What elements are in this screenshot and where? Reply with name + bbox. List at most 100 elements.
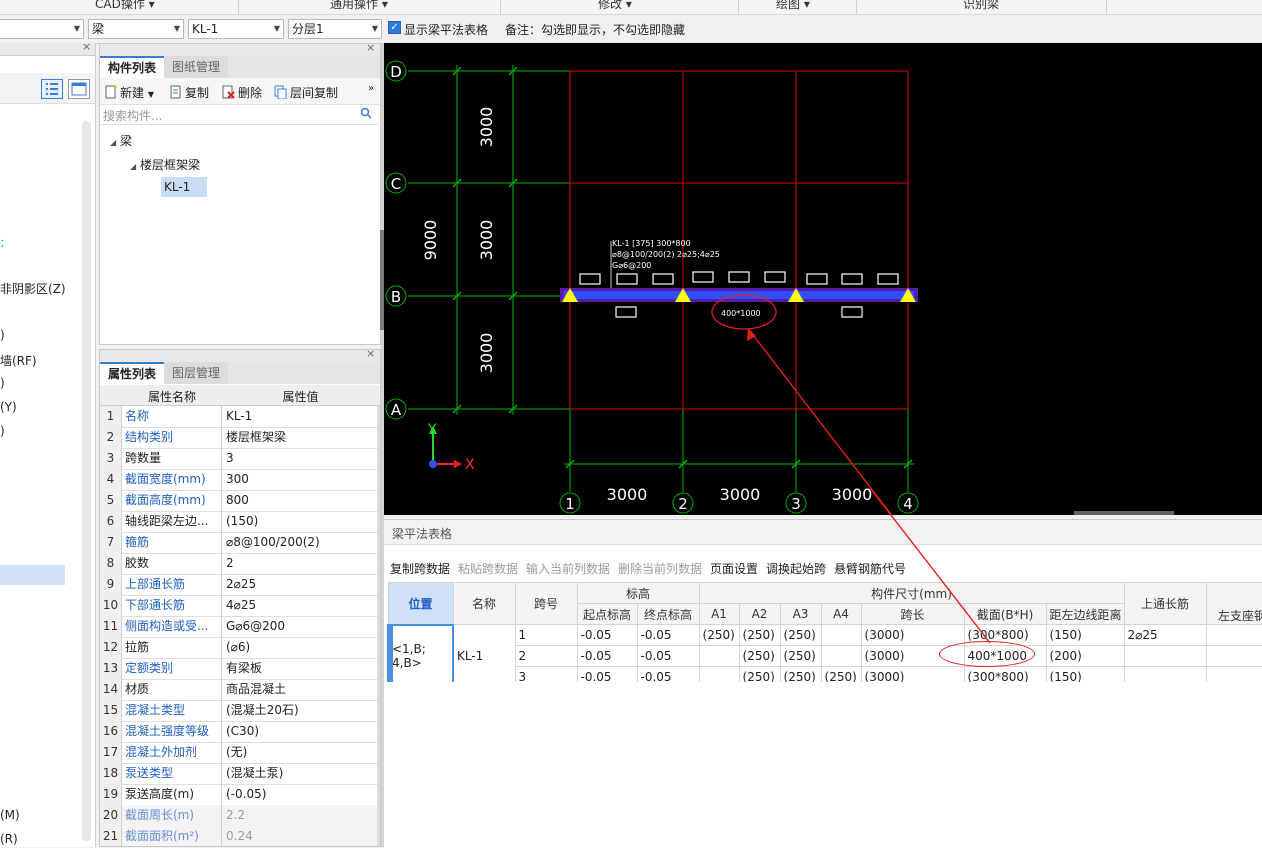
cell-edge-distance[interactable]: (200) xyxy=(1045,645,1125,667)
search-icon[interactable] xyxy=(360,107,372,122)
menu-modify[interactable]: 修改 ▾ xyxy=(598,0,632,12)
copy-button[interactable]: 复制 xyxy=(170,84,209,102)
property-row[interactable]: 7 箍筋 ⌀8@100/200(2) xyxy=(100,532,380,554)
property-value[interactable]: (无) xyxy=(223,742,376,763)
cell-end-elev[interactable]: -0.05 xyxy=(636,645,700,667)
property-value[interactable]: 4⌀25 xyxy=(223,595,376,616)
delete-button[interactable]: 删除 xyxy=(222,84,262,102)
property-row[interactable]: 17 混凝土外加剂 (无) xyxy=(100,742,380,764)
cell-top-bar[interactable]: 2⌀25 xyxy=(1123,624,1207,646)
cell-a1[interactable]: (250) xyxy=(698,624,740,646)
property-row[interactable]: 2 结构类别 楼层框架梁 xyxy=(100,427,380,449)
property-value[interactable]: G⌀6@200 xyxy=(223,616,376,637)
cell-end-elev[interactable]: -0.05 xyxy=(636,624,700,646)
cell-span[interactable]: 3 xyxy=(514,666,578,682)
property-row[interactable]: 18 泵送类型 (混凝土泵) xyxy=(100,763,380,785)
scrollbar[interactable] xyxy=(82,121,91,841)
property-value[interactable]: 有梁板 xyxy=(223,658,376,679)
property-row[interactable]: 8 胶数 2 xyxy=(100,553,380,575)
copy-span-data-button[interactable]: 复制跨数据 xyxy=(390,560,450,577)
property-row[interactable]: 14 材质 商品混凝土 xyxy=(100,679,380,701)
tab-property-list[interactable]: 属性列表 xyxy=(100,362,165,384)
cell-a1[interactable] xyxy=(698,666,740,682)
component-combo[interactable]: KL-1 ▼ xyxy=(188,19,284,39)
close-icon[interactable]: × xyxy=(366,41,375,54)
property-value[interactable]: 商品混凝土 xyxy=(223,679,376,700)
nav-item-selected[interactable] xyxy=(0,565,65,585)
cell-left-support-bar[interactable] xyxy=(1205,624,1262,646)
property-row[interactable]: 12 拉筋 (⌀6) xyxy=(100,637,380,659)
property-value[interactable]: (混凝土20石) xyxy=(223,700,376,721)
tab-drawing-management[interactable]: 图纸管理 xyxy=(164,56,229,78)
nav-item[interactable]: ) xyxy=(0,328,5,342)
property-row[interactable]: 5 截面高度(mm) 800 xyxy=(100,490,380,512)
property-row[interactable]: 20 截面周长(m) 2.2 xyxy=(100,805,380,827)
property-value[interactable]: 楼层框架梁 xyxy=(223,427,376,448)
more-icon[interactable]: » xyxy=(368,83,374,94)
menu-cad-ops[interactable]: CAD操作 ▾ xyxy=(95,0,155,12)
cell-a4[interactable]: (250) xyxy=(820,666,862,682)
property-row[interactable]: 15 混凝土类型 (混凝土20石) xyxy=(100,700,380,722)
swap-start-span-button[interactable]: 调换起始跨 xyxy=(766,560,826,577)
new-button[interactable]: 新建 ▼ xyxy=(105,84,154,102)
cell-position[interactable]: <1,B; 4,B> xyxy=(387,623,454,682)
show-table-checkbox[interactable]: ✓ xyxy=(388,21,401,34)
property-value[interactable]: 0.24 xyxy=(223,826,376,846)
property-value[interactable]: 2⌀25 xyxy=(223,574,376,595)
tree-root[interactable]: ◢ 梁 xyxy=(110,132,132,149)
cell-a3[interactable]: (250) xyxy=(779,645,822,667)
cell-top-bar[interactable] xyxy=(1123,666,1207,682)
tree-leaf-kl1[interactable]: KL-1 xyxy=(161,177,207,197)
list-view-icon[interactable] xyxy=(41,79,63,99)
cell-left-support-bar[interactable] xyxy=(1205,666,1262,682)
menu-general-ops[interactable]: 通用操作 ▾ xyxy=(330,0,388,12)
cell-a3[interactable]: (250) xyxy=(779,624,822,646)
nav-item[interactable]: ) xyxy=(0,424,5,438)
table-row[interactable]: <1,B; 4,B> KL-1 1 -0.05 -0.05 (250) (250… xyxy=(387,623,1262,682)
cell-a4[interactable] xyxy=(820,624,862,646)
search-input[interactable]: 搜索构件... xyxy=(103,107,162,124)
nav-item[interactable]: 墙(RF) xyxy=(0,352,37,369)
property-row[interactable]: 19 泵送高度(m) (-0.05) xyxy=(100,784,380,806)
property-value[interactable]: 3 xyxy=(223,448,376,469)
property-value[interactable]: KL-1 xyxy=(223,406,376,427)
property-row[interactable]: 4 截面宽度(mm) 300 xyxy=(100,469,380,491)
property-value[interactable]: 2 xyxy=(223,553,376,574)
property-value[interactable]: ⌀8@100/200(2) xyxy=(223,532,376,553)
property-row[interactable]: 13 定额类别 有梁板 xyxy=(100,658,380,680)
cell-a1[interactable] xyxy=(698,645,740,667)
tab-component-list[interactable]: 构件列表 xyxy=(100,56,165,78)
menu-recognize-beam[interactable]: 识别梁 xyxy=(963,0,999,12)
property-value[interactable]: (⌀6) xyxy=(223,637,376,658)
col-position[interactable]: 位置 xyxy=(387,582,454,625)
detail-view-icon[interactable] xyxy=(68,79,90,99)
property-row[interactable]: 1 名称 KL-1 xyxy=(100,406,380,428)
property-row[interactable]: 10 下部通长筋 4⌀25 xyxy=(100,595,380,617)
property-value[interactable]: (混凝土泵) xyxy=(223,763,376,784)
search-box[interactable]: 搜索构件... xyxy=(100,106,378,125)
cell-start-elev[interactable]: -0.05 xyxy=(576,666,638,682)
cell-span-length[interactable]: (3000) xyxy=(860,666,965,682)
property-row[interactable]: 9 上部通长筋 2⌀25 xyxy=(100,574,380,596)
property-value[interactable]: (150) xyxy=(223,511,376,532)
property-row[interactable]: 11 侧面构造或受... G⌀6@200 xyxy=(100,616,380,638)
cell-end-elev[interactable]: -0.05 xyxy=(636,666,700,682)
cell-name[interactable]: KL-1 xyxy=(452,624,516,682)
delete-column-data-button[interactable]: 删除当前列数据 xyxy=(618,560,702,577)
floor-copy-button[interactable]: 层间复制 xyxy=(274,84,338,102)
cell-edge-distance[interactable]: (150) xyxy=(1045,666,1125,682)
tab-layer-management[interactable]: 图层管理 xyxy=(164,362,229,384)
cad-drawing[interactable]: D C B A 1 2 3 4 3000 3000 3000 9000 3000… xyxy=(384,43,1262,515)
cell-span-length[interactable]: (3000) xyxy=(860,624,965,646)
property-row[interactable]: 3 跨数量 3 xyxy=(100,448,380,470)
paste-span-data-button[interactable]: 粘贴跨数据 xyxy=(458,560,518,577)
cell-top-bar[interactable] xyxy=(1123,645,1207,667)
menu-draw[interactable]: 绘图 ▾ xyxy=(776,0,810,12)
cell-section[interactable]: (300*800) xyxy=(963,666,1047,682)
cell-a3[interactable]: (250) xyxy=(779,666,822,682)
cell-span[interactable]: 1 xyxy=(514,624,578,646)
layer-combo[interactable]: 分层1 ▼ xyxy=(288,19,382,39)
table-row[interactable]: 2 -0.05 -0.05 (250) (250) (3000) 400*100… xyxy=(388,641,1262,667)
property-value[interactable]: (-0.05) xyxy=(223,784,376,805)
type-combo[interactable]: 梁 ▼ xyxy=(88,19,184,39)
